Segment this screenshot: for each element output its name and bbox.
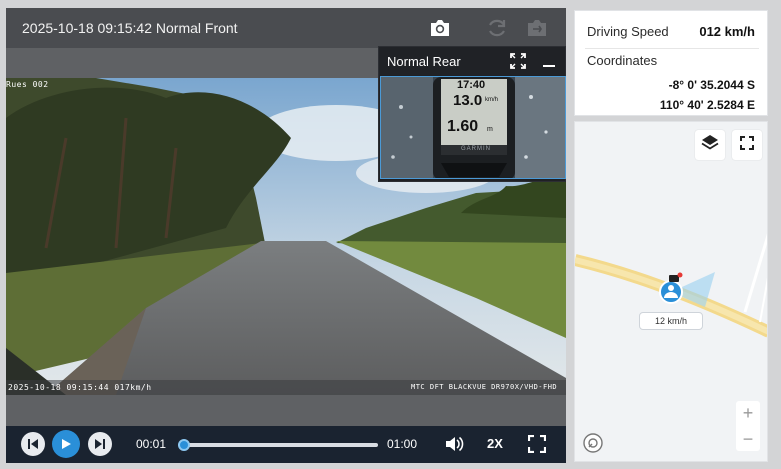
map-panel[interactable]: 12 km/h + −	[574, 121, 768, 462]
front-overlay-timestamp: 2025-10-18 09:15:44 017km/h	[8, 383, 152, 392]
coordinates-label: Coordinates	[587, 53, 658, 68]
front-overlay-model: MTC DFT BLACKVUE DR970X/VHD-FHD	[411, 383, 558, 391]
layers-icon	[701, 134, 719, 157]
gps-distance-readout: 1.60	[447, 118, 479, 135]
duration: 01:00	[387, 437, 418, 451]
compass-icon[interactable]	[583, 433, 603, 458]
gps-speed-readout: 13.0	[453, 92, 483, 109]
speed-label: Driving Speed	[587, 24, 669, 39]
layers-button[interactable]	[695, 130, 725, 160]
gps-brand: GARMIN	[461, 146, 491, 152]
player-controls: 00:01 01:00 2X	[6, 426, 566, 463]
divider	[585, 48, 759, 49]
zoom-out-button[interactable]: −	[736, 427, 760, 451]
video-title-bar: 2025-10-18 09:15:42 Normal Front	[6, 8, 566, 48]
rotate-icon[interactable]	[486, 17, 508, 39]
video-title: 2025-10-18 09:15:42 Normal Front	[22, 20, 238, 36]
expand-icon[interactable]	[510, 53, 526, 74]
gps-distance-unit: m	[487, 126, 493, 133]
rear-title: Normal Rear	[387, 54, 461, 69]
fullscreen-icon[interactable]	[527, 434, 547, 458]
rear-camera-frame: 17:40 13.0 km/h 1.60 m GARMIN	[380, 76, 566, 179]
map-fullscreen-button[interactable]	[732, 130, 762, 160]
minimize-icon[interactable]	[543, 65, 555, 67]
longitude-value: 110° 40' 2.5284 E	[659, 98, 755, 112]
volume-icon[interactable]	[444, 435, 464, 458]
rear-window-header: Normal Rear	[379, 47, 565, 75]
current-time: 00:01	[136, 437, 167, 451]
seek-bar[interactable]	[178, 439, 378, 451]
gps-time-readout: 17:40	[457, 79, 486, 91]
seek-bar-handle[interactable]	[178, 439, 190, 451]
dashcam-viewer: 2025-10-18 09:15:42 Normal Front Rues 00…	[0, 0, 781, 469]
play-button[interactable]	[52, 430, 80, 458]
rear-camera-window[interactable]: Normal Rear 17:40 13.0 km/h 1.60 m GARMI…	[378, 46, 566, 182]
front-overlay-id: Rues 002	[6, 80, 49, 89]
zoom-in-button[interactable]: +	[736, 401, 760, 425]
camera-icon[interactable]	[429, 17, 451, 39]
fullscreen-icon	[740, 135, 754, 155]
camera-switch-icon[interactable]	[526, 17, 548, 39]
video-panel: 2025-10-18 09:15:42 Normal Front Rues 00…	[6, 8, 566, 463]
latitude-value: -8° 0' 35.2044 S	[668, 78, 755, 92]
telemetry-card: Driving Speed 012 km/h Coordinates -8° 0…	[574, 10, 768, 116]
gps-speed-unit: km/h	[485, 97, 499, 103]
vehicle-speed-label: 12 km/h	[639, 312, 703, 330]
speed-value: 012 km/h	[699, 24, 755, 39]
previous-button[interactable]	[21, 432, 45, 456]
zoom-controls: + −	[736, 401, 760, 451]
playback-speed-button[interactable]: 2X	[487, 436, 503, 451]
next-button[interactable]	[88, 432, 112, 456]
